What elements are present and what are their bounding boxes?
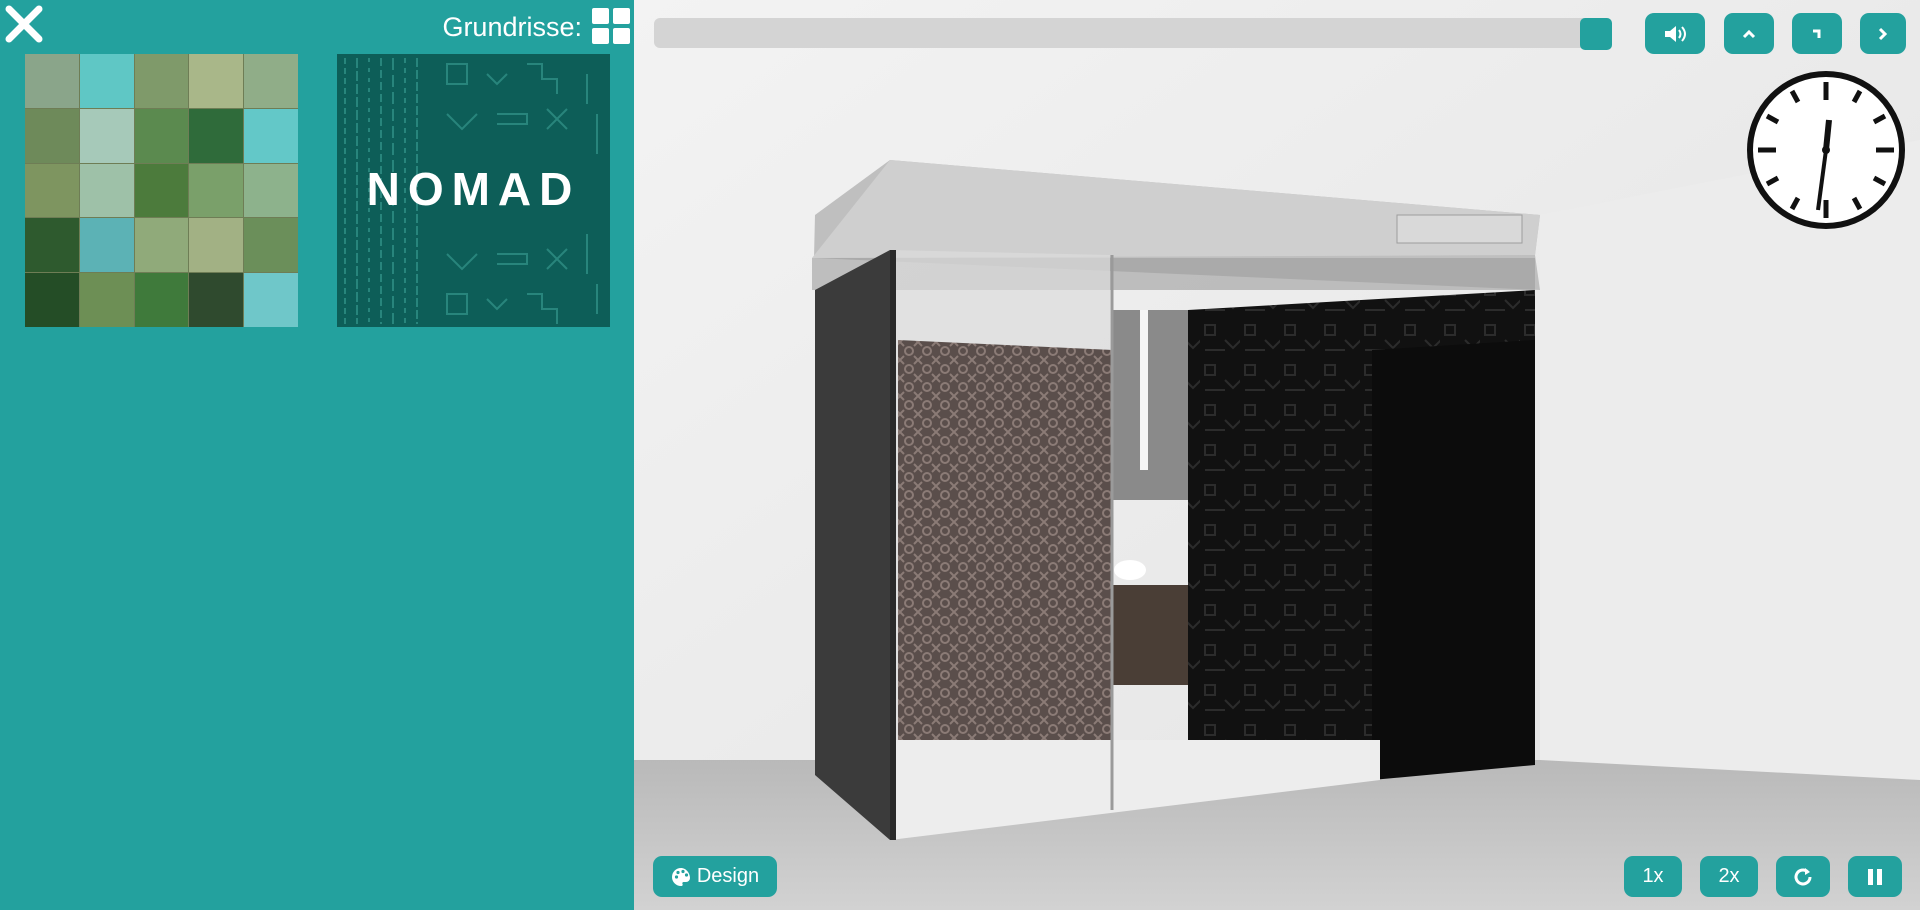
- close-icon[interactable]: [4, 4, 44, 44]
- jungle-tile: [189, 218, 244, 273]
- jungle-tile: [25, 108, 79, 163]
- jungle-tile: [134, 163, 189, 218]
- jungle-tile: [244, 273, 298, 327]
- jungle-tile: [25, 273, 79, 327]
- jungle-tile: [79, 108, 134, 163]
- jungle-tile: [189, 273, 244, 327]
- jungle-tile: [134, 273, 189, 327]
- jungle-tile: [244, 108, 298, 163]
- chevron-up-icon: [1742, 29, 1756, 38]
- jungle-tile: [25, 54, 79, 108]
- design-label: Design: [696, 865, 760, 887]
- jungle-tile: [79, 218, 134, 273]
- jungle-tile: [189, 108, 244, 163]
- clock: [1746, 70, 1906, 230]
- jungle-tile: [134, 54, 189, 108]
- chevron-right-icon: [1878, 27, 1888, 40]
- design-thumbnail-jungle[interactable]: [25, 54, 298, 327]
- jungle-tile: [244, 163, 298, 218]
- 3d-viewport[interactable]: Design 1x 2x: [634, 0, 1920, 910]
- grid-icon[interactable]: [592, 8, 630, 44]
- progress-handle[interactable]: [1580, 18, 1612, 50]
- design-thumbnail-nomad[interactable]: NOMAD: [337, 54, 610, 327]
- side-panel: Grundrisse: NOMAD: [0, 0, 634, 910]
- volume-icon: [1665, 25, 1686, 42]
- up-button[interactable]: [1724, 13, 1774, 54]
- jungle-tile: [134, 108, 189, 163]
- reload-icon: [1794, 867, 1812, 885]
- sound-button[interactable]: [1645, 13, 1705, 54]
- jungle-tile: [134, 218, 189, 273]
- palette-icon: [671, 867, 690, 886]
- jungle-tile: [25, 163, 79, 218]
- nomad-title: NOMAD: [366, 163, 581, 215]
- speed-1x-button[interactable]: 1x: [1624, 856, 1682, 897]
- progress-track[interactable]: [654, 18, 1612, 48]
- jungle-tile: [25, 218, 79, 273]
- jungle-tile: [79, 273, 134, 327]
- jungle-tile: [244, 54, 298, 108]
- speed-2x-button[interactable]: 2x: [1700, 856, 1758, 897]
- jungle-tile: [244, 218, 298, 273]
- next-button[interactable]: [1860, 13, 1906, 54]
- plans-label: Grundrisse:: [442, 12, 582, 42]
- turn-icon: [1813, 29, 1821, 38]
- replay-button[interactable]: [1776, 856, 1830, 897]
- design-button[interactable]: Design: [653, 856, 777, 897]
- pause-icon: [1868, 868, 1882, 885]
- pause-button[interactable]: [1848, 856, 1902, 897]
- jungle-tile: [189, 54, 244, 108]
- corner-button[interactable]: [1792, 13, 1842, 54]
- jungle-tile: [79, 163, 134, 218]
- jungle-tile: [189, 163, 244, 218]
- jungle-tile: [79, 54, 134, 108]
